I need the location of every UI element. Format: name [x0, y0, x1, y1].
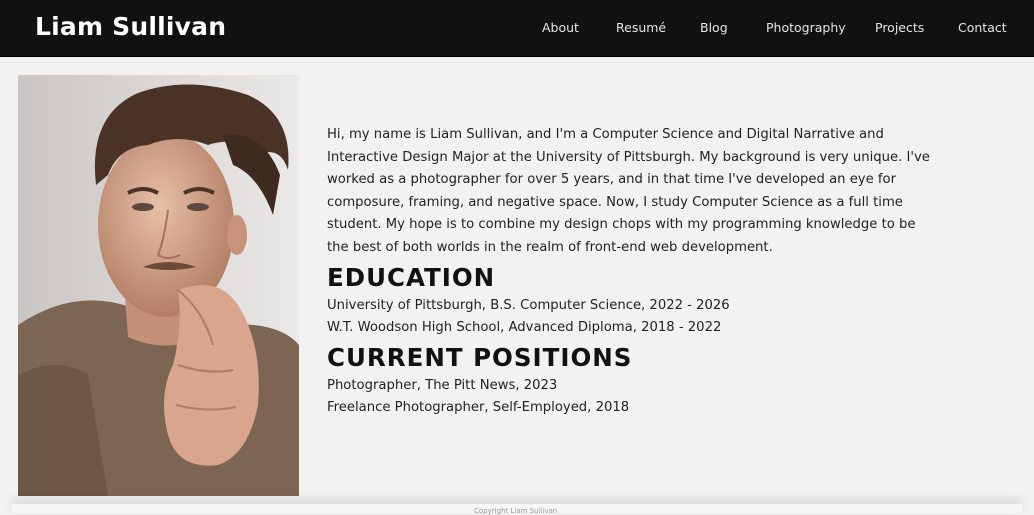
footer: Copyright Liam Sullivan	[12, 504, 1022, 515]
position-item: Photographer, The Pitt News, 2023	[327, 377, 558, 393]
nav-link-projects[interactable]: Projects	[875, 20, 924, 35]
nav-link-blog[interactable]: Blog	[700, 20, 728, 35]
education-item: University of Pittsburgh, B.S. Computer …	[327, 297, 730, 313]
nav-link-resume[interactable]: Resumé	[616, 20, 666, 35]
position-item: Freelance Photographer, Self-Employed, 2…	[327, 400, 630, 416]
portrait-photo	[18, 75, 299, 496]
education-item: W.T. Woodson High School, Advanced Diplo…	[327, 320, 722, 336]
positions-heading: CURRENT POSITIONS	[327, 342, 633, 372]
bio-paragraph: Hi, my name is Liam Sullivan, and I'm a …	[327, 127, 930, 255]
education-heading: EDUCATION	[327, 262, 496, 292]
nav-link-photography[interactable]: Photography	[766, 20, 846, 35]
top-navbar: Liam Sullivan About Resumé Blog Photogra…	[0, 0, 1034, 57]
nav-link-about[interactable]: About	[542, 20, 579, 35]
footer-copyright: Copyright Liam Sullivan	[474, 507, 558, 515]
about-content: Hi, my name is Liam Sullivan, and I'm a …	[327, 124, 937, 420]
nav-link-contact[interactable]: Contact	[958, 20, 1007, 35]
main-nav: About Resumé Blog Photography Projects C…	[0, 20, 1034, 40]
portrait-image	[18, 75, 299, 496]
